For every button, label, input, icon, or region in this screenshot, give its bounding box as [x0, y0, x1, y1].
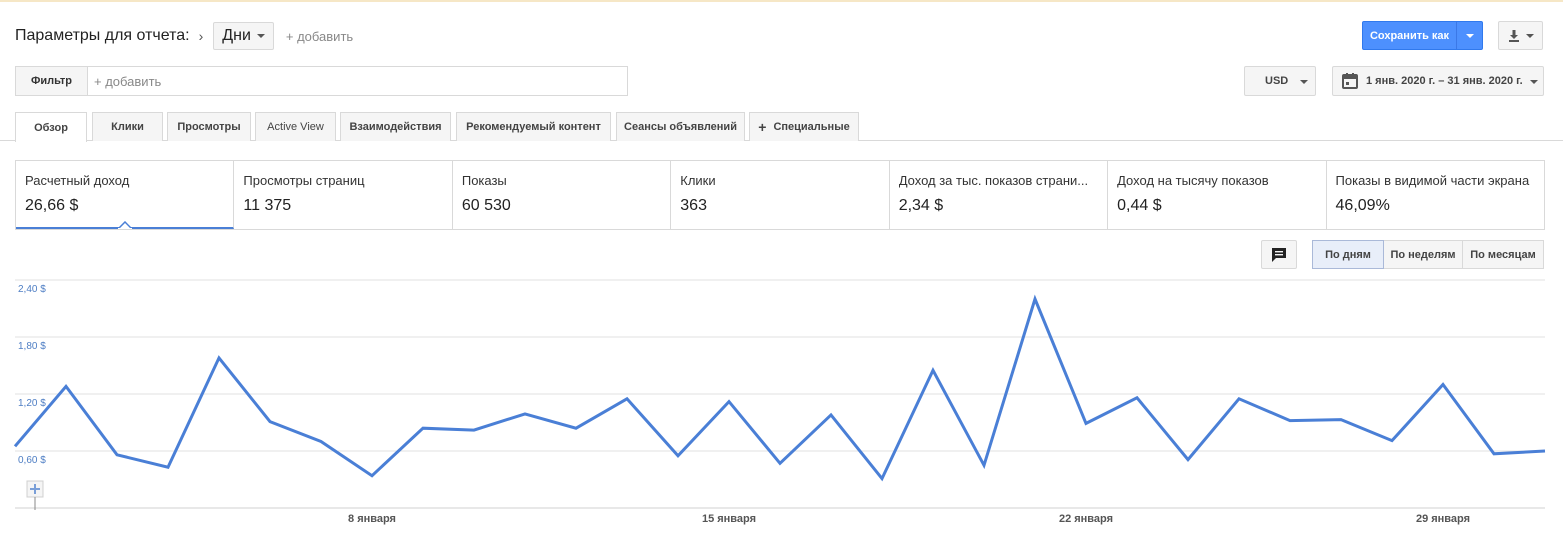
selected-pointer-icon: [118, 221, 132, 229]
tab-label: Active View: [267, 121, 324, 133]
revenue-line-chart: 2,40 $ 1,80 $ 1,20 $ 0,60 $ 8 января 15 январ…: [0, 270, 1563, 540]
scorecard-estimated-revenue[interactable]: Расчетный доход 26,66 $: [16, 161, 235, 229]
tab-label: Специальные: [773, 121, 850, 133]
period-monthly-button[interactable]: По месяцам: [1462, 240, 1544, 269]
scorecard-page-views[interactable]: Просмотры страниц 11 375: [234, 161, 453, 229]
report-params: Параметры для отчета: › Дни + добавить: [15, 22, 353, 50]
tab-label: Взаимодействия: [349, 121, 442, 133]
tab-label: Клики: [111, 121, 144, 133]
report-params-title: Параметры для отчета:: [15, 27, 190, 44]
scorecard-value: 2,34 $: [898, 197, 944, 214]
date-range-label: 1 янв. 2020 г. – 31 янв. 2020 г.: [1366, 75, 1523, 87]
scorecard-name: Клики: [680, 173, 716, 188]
currency-dropdown[interactable]: USD: [1244, 66, 1316, 96]
scorecard-clicks[interactable]: Клики 363: [671, 161, 890, 229]
period-weekly-button[interactable]: По неделям: [1383, 240, 1463, 269]
x-tick-label: 29 января: [1416, 513, 1470, 525]
dimension-dropdown[interactable]: Дни: [213, 22, 274, 50]
chevron-down-icon: [256, 34, 265, 38]
scorecard-page-rpm[interactable]: Доход за тыс. показов страни... 2,34 $: [890, 161, 1109, 229]
top-accent-line: [0, 0, 1563, 2]
x-tick-label: 15 января: [702, 513, 756, 525]
plus-icon: +: [758, 119, 767, 135]
tab-interactions[interactable]: Взаимодействия: [340, 112, 451, 141]
x-tick-label: 8 января: [348, 513, 396, 525]
period-label: По дням: [1325, 248, 1371, 261]
series-line: [13, 294, 1546, 482]
scorecard-name: Доход за тыс. показов страни...: [898, 173, 1089, 188]
tab-clicks[interactable]: Клики: [92, 112, 163, 141]
date-range-picker[interactable]: 1 янв. 2020 г. – 31 янв. 2020 г.: [1332, 66, 1544, 96]
tab-recommended-content[interactable]: Рекомендуемый контент: [456, 112, 611, 141]
calendar-icon: [1342, 73, 1358, 89]
scorecard-name: Просмотры страниц: [243, 173, 365, 188]
y-tick-label: 1,80 $: [18, 341, 46, 352]
period-label: По месяцам: [1470, 248, 1536, 261]
scorecard-name: Показы: [461, 173, 507, 188]
tab-active-view[interactable]: Active View: [255, 112, 336, 141]
scorecard-value: 46,09%: [1335, 197, 1390, 214]
scorecard-impressions[interactable]: Показы 60 530: [453, 161, 672, 229]
scorecard-name: Показы в видимой части экрана: [1335, 173, 1530, 188]
currency-label: USD: [1265, 75, 1289, 87]
tab-label: Сеансы объявлений: [624, 121, 737, 133]
scorecard-name: Расчетный доход: [25, 173, 130, 188]
period-label: По неделям: [1390, 248, 1456, 261]
y-tick-label: 1,20 $: [18, 398, 46, 409]
download-icon: [1508, 29, 1519, 42]
y-tick-label: 2,40 $: [18, 284, 46, 295]
chart-svg: 2,40 $ 1,80 $ 1,20 $ 0,60 $ 8 января 15 январ…: [13, 279, 1546, 525]
chevron-down-icon: [1465, 33, 1474, 38]
filter-button[interactable]: Фильтр: [16, 67, 88, 95]
save-options-dropdown[interactable]: [1457, 22, 1482, 49]
save-as-label: Сохранить как: [1363, 22, 1457, 49]
scorecard-value: 11 375: [243, 197, 292, 214]
scorecard-value: 363: [680, 197, 707, 214]
save-as-button[interactable]: Сохранить как: [1362, 21, 1483, 50]
add-annotation-marker[interactable]: [26, 480, 44, 510]
tab-custom[interactable]: + Специальные: [749, 112, 859, 141]
period-daily-button[interactable]: По дням: [1312, 240, 1384, 269]
tab-overview[interactable]: Обзор: [15, 112, 87, 142]
comments-button[interactable]: [1261, 240, 1297, 269]
filter-bar: Фильтр + добавить: [15, 66, 628, 96]
filter-add-input[interactable]: + добавить: [88, 67, 627, 95]
scorecard-value: 26,66 $: [25, 197, 79, 214]
dimension-label: Дни: [222, 27, 251, 44]
chevron-down-icon: [1530, 80, 1538, 84]
scorecard-name: Доход на тысячу показов: [1117, 173, 1269, 188]
chevron-down-icon: [1300, 80, 1308, 84]
tab-label: Просмотры: [177, 121, 241, 133]
tab-ad-sessions[interactable]: Сеансы объявлений: [616, 112, 745, 141]
x-tick-label: 22 января: [1059, 513, 1113, 525]
scorecard-impression-rpm[interactable]: Доход на тысячу показов 0,44 $: [1108, 161, 1327, 229]
tab-label: Обзор: [34, 121, 68, 134]
chevron-down-icon: [1525, 33, 1534, 38]
chevron-right-icon: ›: [198, 28, 204, 44]
tab-views[interactable]: Просмотры: [167, 112, 251, 141]
scorecard-value: 60 530: [461, 197, 511, 214]
add-dimension-link[interactable]: + добавить: [286, 29, 353, 44]
comment-icon: [1272, 247, 1286, 262]
scorecard-value: 0,44 $: [1117, 197, 1162, 214]
download-button[interactable]: [1498, 21, 1543, 50]
scorecards: Расчетный доход 26,66 $ Просмотры страни…: [15, 160, 1545, 230]
tab-label: Рекомендуемый контент: [466, 121, 601, 133]
y-tick-label: 0,60 $: [18, 455, 46, 466]
scorecard-viewability[interactable]: Показы в видимой части экрана 46,09%: [1327, 161, 1544, 229]
